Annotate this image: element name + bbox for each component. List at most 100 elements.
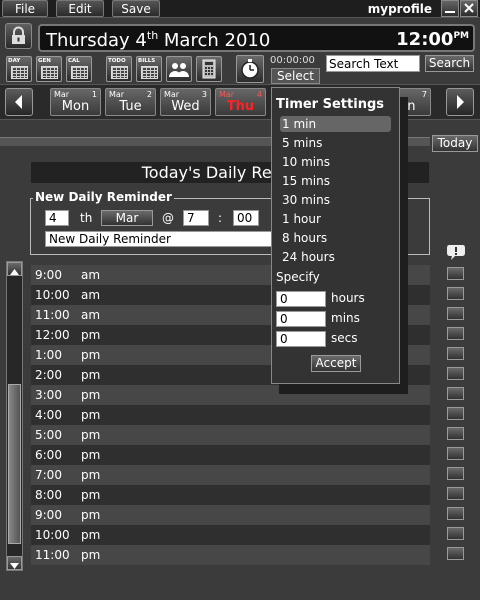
- day-mon[interactable]: Mar 1 Mon: [50, 88, 101, 116]
- timer-option[interactable]: 15 mins: [280, 173, 391, 189]
- row-ampm: pm: [81, 548, 101, 562]
- row-time: 9:00: [35, 268, 62, 282]
- schedule-row[interactable]: 3:00 pm: [31, 385, 430, 405]
- day-number: 4: [256, 90, 262, 99]
- lock-icon: [12, 26, 25, 44]
- search-button[interactable]: Search: [425, 55, 474, 72]
- arrow-left-icon: [15, 95, 22, 109]
- search-input[interactable]: [326, 55, 420, 72]
- timer-option[interactable]: 1 min: [280, 116, 391, 132]
- timer-option[interactable]: 30 mins: [280, 192, 391, 208]
- reminder-toggle[interactable]: [447, 487, 464, 500]
- schedule-row[interactable]: 4:00 pm: [31, 405, 430, 425]
- general-view-button[interactable]: GEN: [36, 56, 62, 82]
- reminder-day-field[interactable]: 4: [45, 210, 69, 226]
- lock-button[interactable]: [5, 23, 32, 49]
- new-reminder-legend: New Daily Reminder: [33, 190, 174, 204]
- row-time: 6:00: [35, 448, 62, 462]
- day-number: 2: [146, 90, 152, 99]
- reminder-month-select[interactable]: Mar: [101, 210, 153, 226]
- todo-button[interactable]: TODO: [106, 56, 132, 82]
- scroll-down-button[interactable]: [7, 556, 22, 570]
- schedule-row[interactable]: 8:00 pm: [31, 485, 430, 505]
- reminder-hour-field[interactable]: 7: [183, 210, 209, 226]
- reminder-toggle[interactable]: [447, 407, 464, 420]
- close-button[interactable]: [460, 0, 478, 17]
- reminder-toggle[interactable]: [447, 387, 464, 400]
- row-ampm: pm: [81, 528, 101, 542]
- day-wed[interactable]: Mar 3 Wed: [160, 88, 211, 116]
- calendar-view-button[interactable]: CAL: [66, 56, 92, 82]
- day-view-label: DAY: [8, 58, 21, 64]
- reminder-toggle[interactable]: [447, 507, 464, 520]
- next-week-button[interactable]: [446, 88, 474, 116]
- minimize-button[interactable]: [441, 0, 459, 17]
- mins-field[interactable]: 0: [276, 311, 326, 327]
- today-button[interactable]: Today: [432, 135, 478, 152]
- contacts-button[interactable]: [166, 56, 192, 82]
- day-view-button[interactable]: DAY: [6, 56, 32, 82]
- schedule-row[interactable]: 10:00 pm: [31, 525, 430, 545]
- reminder-toggle[interactable]: [447, 367, 464, 380]
- day-name: Thu: [226, 99, 255, 114]
- row-ampm: am: [81, 288, 101, 302]
- row-time: 11:00: [35, 308, 70, 322]
- todo-icon: [111, 66, 128, 79]
- row-ampm: pm: [81, 388, 101, 402]
- reminder-toggle[interactable]: [447, 447, 464, 460]
- stopwatch-button[interactable]: [236, 55, 264, 83]
- schedule-row[interactable]: 9:00 pm: [31, 505, 430, 525]
- previous-week-button[interactable]: [5, 88, 33, 116]
- schedule-row[interactable]: 5:00 pm: [31, 425, 430, 445]
- scroll-up-button[interactable]: [7, 262, 22, 276]
- scroll-thumb[interactable]: [8, 384, 21, 544]
- schedule-scrollbar[interactable]: [6, 261, 23, 571]
- secs-field[interactable]: 0: [276, 331, 326, 347]
- timer-option[interactable]: 5 mins: [280, 135, 391, 151]
- mins-label: mins: [331, 311, 360, 325]
- save-menu[interactable]: Save: [112, 0, 160, 17]
- bills-button[interactable]: BILLS: [136, 56, 162, 82]
- reminder-toggle[interactable]: [447, 527, 464, 540]
- reminder-toggle[interactable]: [447, 287, 464, 300]
- row-time: 2:00: [35, 368, 62, 382]
- reminder-toggle[interactable]: [447, 547, 464, 560]
- arrow-up-icon: [10, 269, 19, 275]
- reminder-toggle[interactable]: [447, 427, 464, 440]
- reminder-minute-field[interactable]: 00: [233, 210, 259, 226]
- timer-option[interactable]: 10 mins: [280, 154, 391, 170]
- schedule-row[interactable]: 7:00 pm: [31, 465, 430, 485]
- reminder-toggle[interactable]: [447, 267, 464, 280]
- secs-label: secs: [331, 331, 358, 345]
- page-title-text: Today's Daily Rer: [141, 163, 279, 182]
- day-tue[interactable]: Mar 2 Tue: [105, 88, 156, 116]
- day-thu-today[interactable]: Mar 4 Thu: [215, 88, 266, 116]
- minimize-icon: [445, 11, 455, 13]
- timer-option[interactable]: 24 hours: [280, 249, 391, 265]
- current-date: Thursday 4th March 2010: [46, 29, 270, 51]
- day-month: Mar: [164, 90, 180, 99]
- reminder-toggle[interactable]: [447, 467, 464, 480]
- arrow-right-icon: [457, 95, 464, 109]
- calculator-button[interactable]: [196, 56, 222, 82]
- timer-option[interactable]: 8 hours: [280, 230, 391, 246]
- reminder-toggle[interactable]: [447, 307, 464, 320]
- bills-label: BILLS: [138, 58, 156, 64]
- timer-select-button[interactable]: Select: [271, 68, 320, 84]
- reminder-toggle[interactable]: [447, 347, 464, 360]
- file-menu[interactable]: File: [2, 0, 48, 17]
- row-ampm: pm: [81, 448, 101, 462]
- schedule-row[interactable]: 11:00 pm: [31, 545, 430, 565]
- edit-menu[interactable]: Edit: [56, 0, 104, 17]
- timer-option[interactable]: 1 hour: [280, 211, 391, 227]
- day-month: Mar: [54, 90, 70, 99]
- day-number: 3: [201, 90, 207, 99]
- stopwatch-counter: 00:00:00: [270, 55, 315, 66]
- row-ampm: pm: [81, 328, 101, 342]
- reminder-toggle[interactable]: [447, 327, 464, 340]
- schedule-row[interactable]: 6:00 pm: [31, 445, 430, 465]
- calculator-icon: [202, 59, 216, 79]
- accept-button[interactable]: Accept: [311, 355, 361, 372]
- hours-field[interactable]: 0: [276, 291, 326, 307]
- menu-bar: File Edit Save myprofile: [0, 0, 480, 18]
